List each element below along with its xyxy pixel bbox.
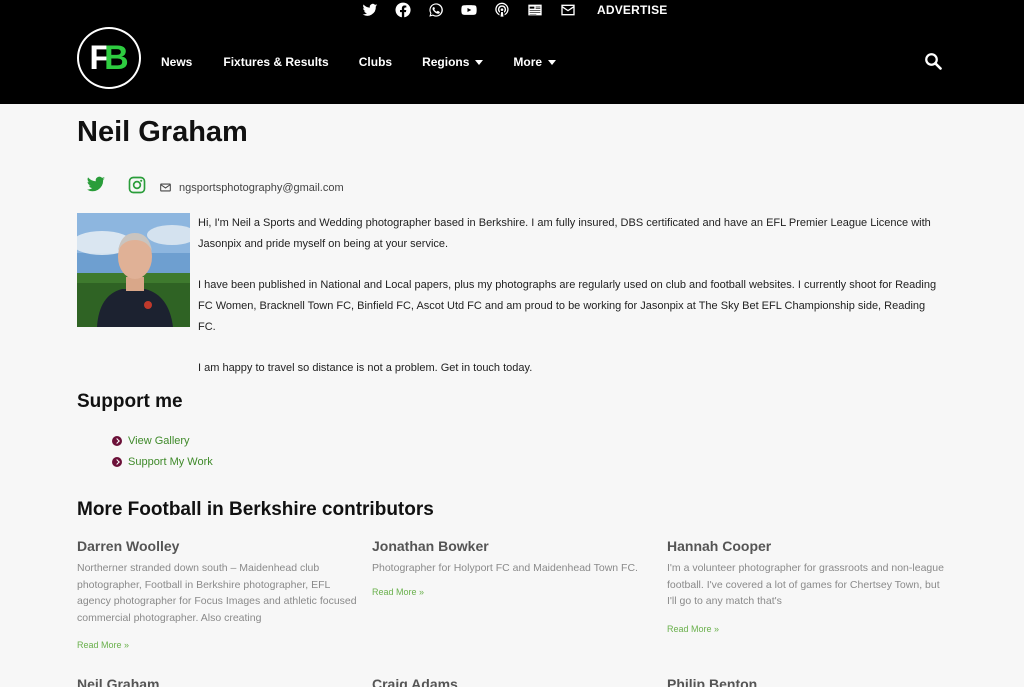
bio-paragraph: Hi, I'm Neil a Sports and Wedding photog… (198, 217, 931, 250)
contributor-name[interactable]: Craig Adams (372, 676, 652, 687)
nav-item-fixtures-results[interactable]: Fixtures & Results (223, 54, 328, 70)
email-icon[interactable] (558, 0, 578, 20)
nav-item-regions[interactable]: Regions (422, 54, 484, 70)
logo-mark: FB (89, 38, 128, 77)
view-gallery-link[interactable]: View Gallery (112, 430, 213, 451)
contributor-card: Craig Adams (372, 676, 652, 687)
bio-paragraph: I have been published in National and Lo… (198, 279, 937, 333)
nav-label: Clubs (358, 55, 393, 69)
newsletter-icon[interactable] (525, 0, 545, 20)
profile-bio: Hi, I'm Neil a Sports and Wedding photog… (198, 213, 938, 399)
contributor-name[interactable]: Darren Woolley (77, 538, 357, 554)
instagram-icon[interactable] (128, 176, 146, 199)
link-label: View Gallery (128, 434, 190, 447)
contributors-heading: More Football in Berkshire contributors (77, 499, 434, 520)
contributor-desc: Photographer for Holyport FC and Maidenh… (372, 562, 638, 574)
page-title: Neil Graham (77, 116, 248, 148)
contributor-card: Neil Graham (77, 676, 357, 687)
profile-email[interactable]: ngsportsphotography@gmail.com (160, 182, 344, 194)
search-icon[interactable] (924, 52, 942, 70)
nav-label: Fixtures & Results (223, 55, 329, 69)
chevron-down-icon (475, 59, 484, 65)
podcast-icon[interactable] (492, 0, 512, 20)
site-logo[interactable]: FB (77, 27, 141, 89)
support-heading: Support me (77, 391, 183, 412)
contributor-card: Darren Woolley Northerner stranded down … (77, 538, 357, 650)
nav-label: News (161, 55, 193, 69)
contributor-name[interactable]: Neil Graham (77, 676, 357, 687)
contributor-name[interactable]: Philip Benton (667, 676, 947, 687)
twitter-icon[interactable] (360, 0, 380, 20)
advertise-link[interactable]: ADVERTISE (597, 3, 667, 17)
whatsapp-icon[interactable] (426, 0, 446, 20)
chevron-right-icon (112, 456, 122, 467)
site-header: ADVERTISE FB News Fixtures & Results Clu… (0, 0, 1024, 104)
chevron-right-icon (112, 435, 122, 446)
facebook-icon[interactable] (393, 0, 413, 20)
nav-item-more[interactable]: More (513, 54, 557, 70)
nav-label: Regions (422, 55, 470, 69)
twitter-icon[interactable] (86, 176, 106, 199)
nav-item-news[interactable]: News (161, 54, 192, 70)
profile-photo (77, 213, 190, 327)
profile-social-links: ngsportsphotography@gmail.com (86, 176, 344, 199)
contributor-desc: I'm a volunteer photographer for grassro… (667, 562, 944, 607)
read-more-link[interactable]: Read More » (372, 587, 652, 597)
read-more-link[interactable]: Read More » (667, 624, 947, 634)
bio-paragraph: I am happy to travel so distance is not … (198, 362, 533, 374)
chevron-down-icon (548, 59, 557, 65)
email-icon (160, 183, 171, 192)
main-nav: News Fixtures & Results Clubs Regions Mo… (161, 54, 557, 70)
contributor-card: Jonathan Bowker Photographer for Holypor… (372, 538, 652, 597)
youtube-icon[interactable] (459, 0, 479, 20)
contributor-desc: Northerner stranded down south – Maidenh… (77, 562, 357, 624)
email-text: ngsportsphotography@gmail.com (179, 181, 344, 194)
nav-item-clubs[interactable]: Clubs (359, 54, 392, 70)
support-links: View Gallery Support My Work (112, 430, 213, 472)
contributor-name[interactable]: Hannah Cooper (667, 538, 947, 554)
link-label: Support My Work (128, 455, 213, 468)
read-more-link[interactable]: Read More » (77, 640, 357, 650)
nav-label: More (513, 55, 543, 69)
contributor-card: Hannah Cooper I'm a volunteer photograph… (667, 538, 947, 634)
contributor-name[interactable]: Jonathan Bowker (372, 538, 652, 554)
contributor-card: Philip Benton (667, 676, 947, 687)
social-topbar: ADVERTISE (360, 0, 667, 20)
support-my-work-link[interactable]: Support My Work (112, 451, 213, 472)
